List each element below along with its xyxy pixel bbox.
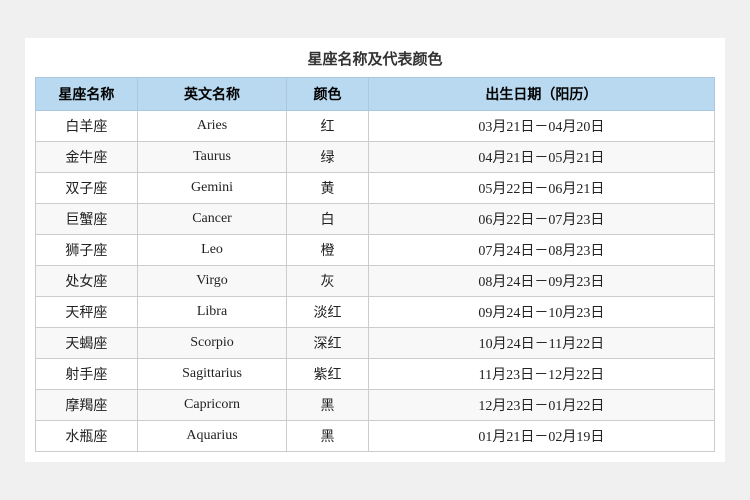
cell-name: 白羊座 xyxy=(36,111,138,142)
cell-english: Scorpio xyxy=(137,328,286,359)
cell-color: 黑 xyxy=(287,390,368,421)
header-name: 星座名称 xyxy=(36,78,138,111)
cell-english: Gemini xyxy=(137,173,286,204)
cell-name: 处女座 xyxy=(36,266,138,297)
cell-date: 05月22日－06月21日 xyxy=(368,173,714,204)
cell-color: 深红 xyxy=(287,328,368,359)
cell-name: 金牛座 xyxy=(36,142,138,173)
cell-english: Sagittarius xyxy=(137,359,286,390)
cell-color: 白 xyxy=(287,204,368,235)
cell-date: 09月24日－10月23日 xyxy=(368,297,714,328)
cell-color: 紫红 xyxy=(287,359,368,390)
cell-date: 06月22日－07月23日 xyxy=(368,204,714,235)
cell-color: 橙 xyxy=(287,235,368,266)
cell-english: Cancer xyxy=(137,204,286,235)
cell-date: 11月23日－12月22日 xyxy=(368,359,714,390)
table-row: 水瓶座Aquarius黑01月21日－02月19日 xyxy=(36,421,715,452)
table-row: 金牛座Taurus绿04月21日－05月21日 xyxy=(36,142,715,173)
table-row: 白羊座Aries红03月21日－04月20日 xyxy=(36,111,715,142)
cell-date: 07月24日－08月23日 xyxy=(368,235,714,266)
cell-color: 淡红 xyxy=(287,297,368,328)
cell-color: 黄 xyxy=(287,173,368,204)
main-container: 星座名称及代表颜色 星座名称 英文名称 颜色 出生日期（阳历） 白羊座Aries… xyxy=(25,38,725,462)
cell-name: 巨蟹座 xyxy=(36,204,138,235)
cell-english: Aquarius xyxy=(137,421,286,452)
cell-english: Capricorn xyxy=(137,390,286,421)
cell-name: 天蝎座 xyxy=(36,328,138,359)
cell-color: 黑 xyxy=(287,421,368,452)
cell-date: 10月24日－11月22日 xyxy=(368,328,714,359)
page-title: 星座名称及代表颜色 xyxy=(35,48,715,69)
table-row: 狮子座Leo橙07月24日－08月23日 xyxy=(36,235,715,266)
header-date: 出生日期（阳历） xyxy=(368,78,714,111)
header-color: 颜色 xyxy=(287,78,368,111)
table-row: 巨蟹座Cancer白06月22日－07月23日 xyxy=(36,204,715,235)
cell-date: 01月21日－02月19日 xyxy=(368,421,714,452)
cell-date: 03月21日－04月20日 xyxy=(368,111,714,142)
table-row: 天秤座Libra淡红09月24日－10月23日 xyxy=(36,297,715,328)
cell-english: Taurus xyxy=(137,142,286,173)
cell-color: 红 xyxy=(287,111,368,142)
zodiac-table: 星座名称 英文名称 颜色 出生日期（阳历） 白羊座Aries红03月21日－04… xyxy=(35,77,715,452)
table-row: 摩羯座Capricorn黑12月23日－01月22日 xyxy=(36,390,715,421)
cell-english: Libra xyxy=(137,297,286,328)
table-row: 双子座Gemini黄05月22日－06月21日 xyxy=(36,173,715,204)
header-english: 英文名称 xyxy=(137,78,286,111)
cell-name: 狮子座 xyxy=(36,235,138,266)
cell-english: Aries xyxy=(137,111,286,142)
cell-name: 双子座 xyxy=(36,173,138,204)
table-row: 射手座Sagittarius紫红11月23日－12月22日 xyxy=(36,359,715,390)
table-row: 处女座Virgo灰08月24日－09月23日 xyxy=(36,266,715,297)
cell-date: 04月21日－05月21日 xyxy=(368,142,714,173)
cell-date: 08月24日－09月23日 xyxy=(368,266,714,297)
table-row: 天蝎座Scorpio深红10月24日－11月22日 xyxy=(36,328,715,359)
cell-english: Leo xyxy=(137,235,286,266)
cell-name: 水瓶座 xyxy=(36,421,138,452)
cell-name: 天秤座 xyxy=(36,297,138,328)
cell-name: 射手座 xyxy=(36,359,138,390)
cell-english: Virgo xyxy=(137,266,286,297)
cell-name: 摩羯座 xyxy=(36,390,138,421)
cell-color: 灰 xyxy=(287,266,368,297)
cell-color: 绿 xyxy=(287,142,368,173)
cell-date: 12月23日－01月22日 xyxy=(368,390,714,421)
